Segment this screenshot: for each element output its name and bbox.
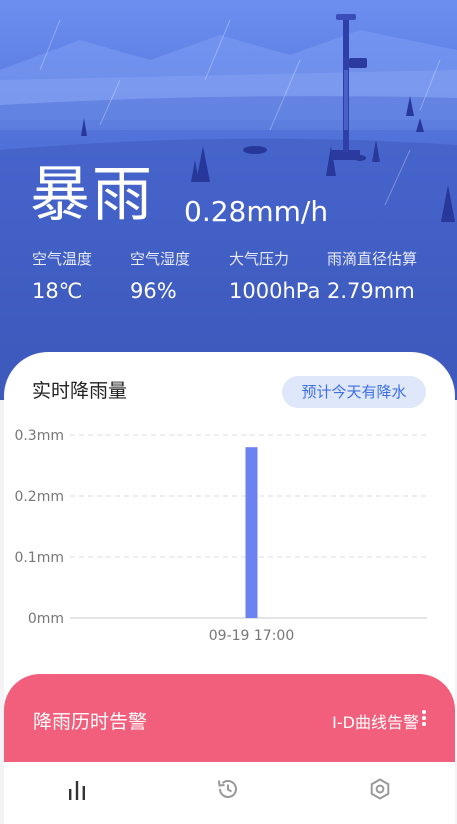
y-tick-label: 0mm (28, 611, 64, 627)
history-icon (218, 780, 237, 798)
stat-raindrop-diameter: 雨滴直径估算 2.79mm (327, 248, 417, 306)
stat-label: 空气温度 (32, 250, 93, 268)
realtime-rainfall-card: 实时降雨量 预计今天有降水 0mm 0.1mm 0.2mm 0.3mm 09-19 17… (4, 352, 455, 722)
alert-title: 降雨历时告警 (33, 711, 148, 733)
stat-air-temperature: 空气温度 18℃ (32, 248, 92, 306)
bottom-navigation (4, 762, 455, 824)
stat-value: 96% (130, 279, 177, 303)
weather-condition-title: 暴雨 (30, 160, 154, 230)
rain-rate-value: 0.28mm/h (184, 195, 329, 228)
nav-item-history[interactable] (204, 776, 252, 810)
settings-hexagon-icon (370, 778, 390, 800)
stat-label: 雨滴直径估算 (327, 250, 418, 268)
nav-item-settings[interactable] (356, 776, 404, 810)
bar-chart-icon (69, 781, 85, 800)
y-tick-label: 0.3mm (14, 428, 64, 444)
stat-air-humidity: 空气湿度 96% (130, 248, 190, 306)
id-curve-alert-link[interactable]: I-D曲线告警 (332, 709, 419, 733)
nav-item-chart[interactable] (53, 776, 101, 810)
app-screen: 暴雨 0.28mm/h 空气温度 18℃ 空气湿度 96% 大气压力 1000h… (0, 0, 457, 824)
more-vertical-icon[interactable] (419, 706, 429, 728)
rainfall-bar[interactable] (245, 447, 258, 618)
stat-value: 1000hPa (229, 279, 321, 303)
y-tick-label: 0.1mm (14, 550, 64, 566)
weather-hero: 暴雨 0.28mm/h 空气温度 18℃ 空气湿度 96% 大气压力 1000h… (0, 0, 457, 400)
stat-air-pressure: 大气压力 1000hPa (229, 248, 320, 306)
y-tick-label: 0.2mm (14, 489, 64, 505)
stat-label: 大气压力 (229, 250, 290, 268)
stat-value: 2.79mm (327, 279, 415, 303)
rainfall-bar-chart: 0mm 0.1mm 0.2mm 0.3mm 09-19 17:00 (14, 428, 427, 644)
stat-label: 空气湿度 (130, 250, 191, 268)
x-tick-label: 09-19 17:00 (209, 628, 294, 644)
stat-value: 18℃ (32, 279, 83, 303)
